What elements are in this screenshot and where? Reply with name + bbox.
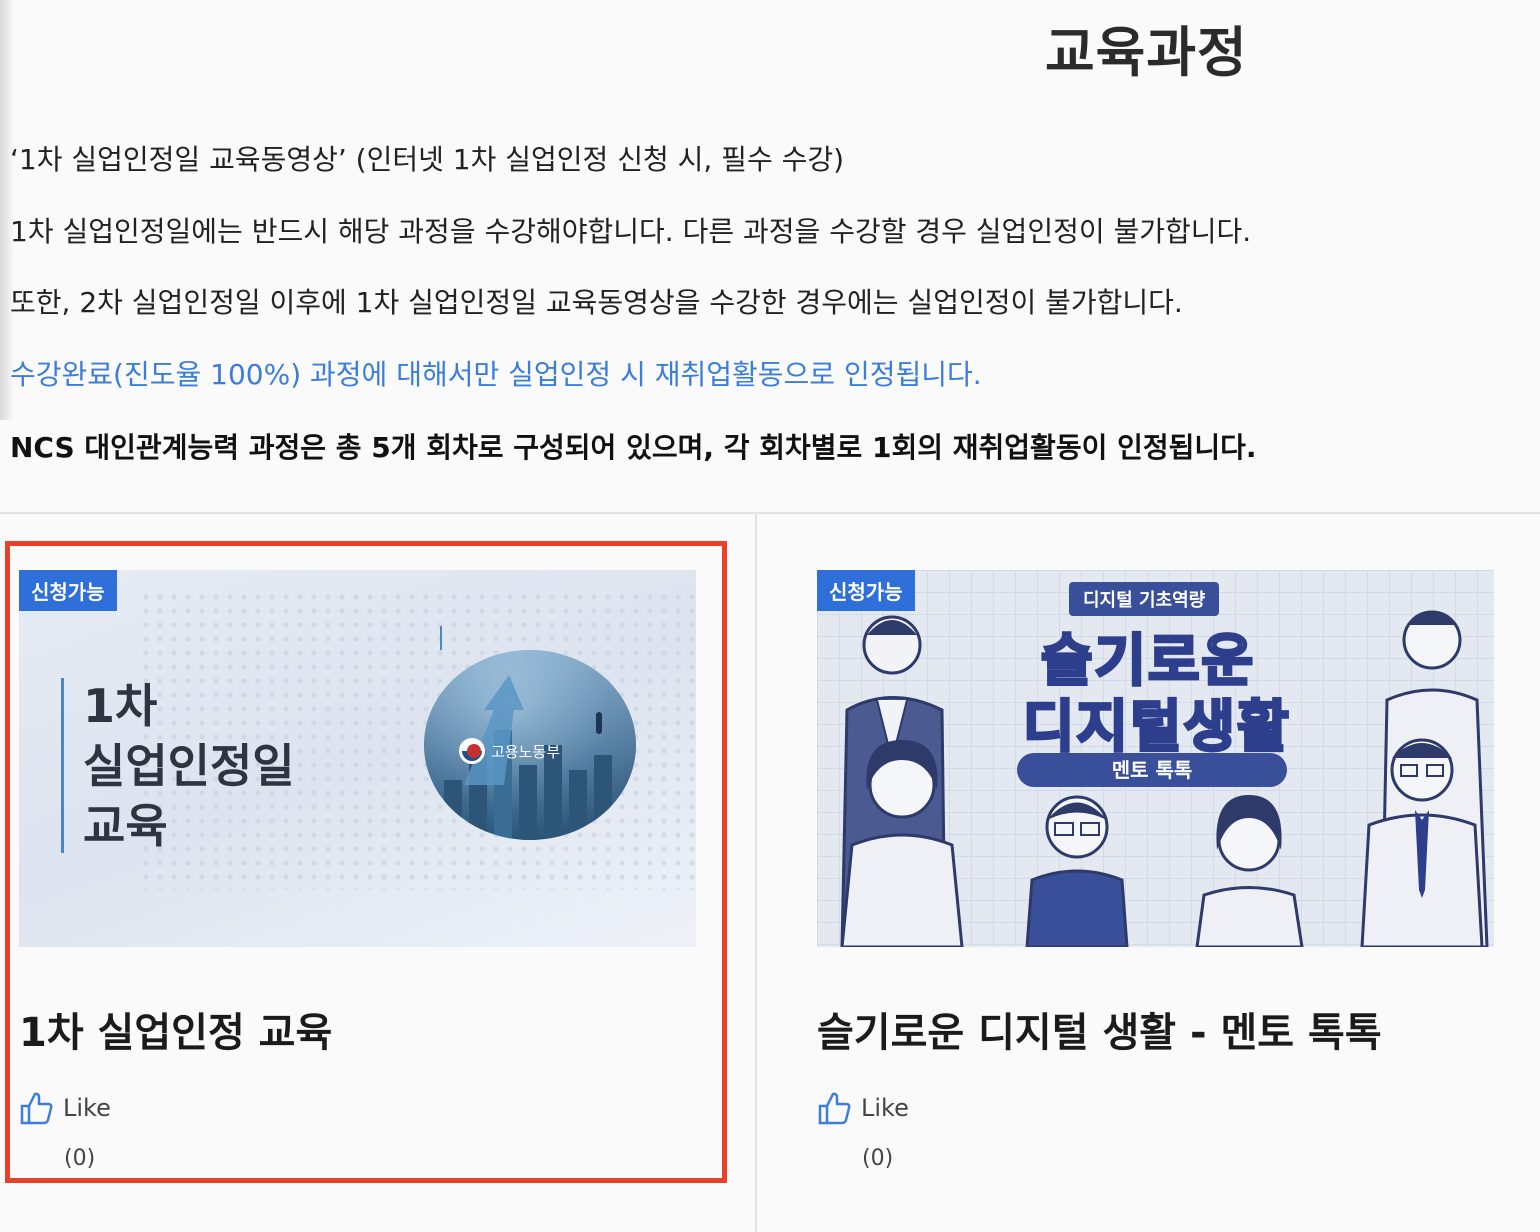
like-button[interactable]: Like	[19, 1090, 111, 1126]
page-title: 교육과정	[1045, 21, 1248, 84]
accent-line	[61, 678, 64, 853]
thumbnail-heading: 1차 실업인정일 교육	[83, 679, 295, 853]
accent-tick	[440, 626, 442, 650]
like-button[interactable]: Like	[817, 1090, 909, 1126]
card-column-divider	[755, 514, 757, 1232]
ministry-logo: 고용노동부	[459, 738, 560, 764]
notice-completion: 수강완료(진도율 100%) 과정에 대해서만 실업인정 시 재취업활동으로 인…	[10, 358, 982, 391]
thumbs-up-icon	[20, 1092, 53, 1125]
status-badge: 신청가능	[19, 570, 117, 611]
illustration-woman-center	[1195, 795, 1304, 947]
status-badge: 신청가능	[817, 570, 915, 611]
course-card-2[interactable]: 신청가능 디지털 기초역량 슬기로운 디지털생활 멘토 톡톡 슬기로운 디지털 …	[817, 570, 1494, 1190]
course-title[interactable]: 1차 실업인정 교육	[19, 1000, 332, 1058]
notice-ncs: NCS 대인관계능력 과정은 총 5개 회차로 구성되어 있으며, 각 회차별로…	[10, 431, 1257, 464]
like-count: (0)	[862, 1146, 894, 1171]
section-divider	[0, 512, 1540, 514]
notice-required-course: ‘1차 실업인정일 교육동영상’ (인터넷 1차 실업인정 신청 시, 필수 수…	[10, 143, 845, 176]
notice-must-take: 1차 실업인정일에는 반드시 해당 과정을 수강해야합니다. 다른 과정을 수강…	[10, 215, 1252, 248]
notice-second-date: 또한, 2차 실업인정일 이후에 1차 실업인정일 교육동영상을 수강한 경우에…	[10, 286, 1183, 319]
ministry-name: 고용노동부	[491, 742, 561, 761]
course-thumbnail[interactable]: 신청가능 1차 실업인정일 교육 고용노동부	[19, 570, 696, 947]
illustration-woman-left	[840, 740, 964, 947]
thumbs-up-icon	[818, 1092, 851, 1125]
like-label: Like	[861, 1094, 909, 1122]
like-label: Like	[63, 1094, 111, 1122]
illustration-man-glasses	[1360, 738, 1484, 947]
thumbnail-pill: 멘토 톡톡	[1017, 753, 1287, 787]
thumbnail-ribbon: 디지털 기초역량	[1069, 582, 1220, 616]
taegeuk-icon	[459, 738, 485, 764]
like-count: (0)	[64, 1146, 96, 1171]
thumbnail-heading-2: 디지털생활	[1022, 694, 1291, 762]
course-card-1[interactable]: 신청가능 1차 실업인정일 교육 고용노동부 1차 실업인정 교육 Like (…	[19, 570, 696, 1190]
course-thumbnail[interactable]: 신청가능 디지털 기초역량 슬기로운 디지털생활 멘토 톡톡	[817, 570, 1494, 947]
course-title[interactable]: 슬기로운 디지털 생활 - 멘토 톡톡	[817, 1000, 1382, 1058]
illustration-man-center	[1025, 795, 1129, 947]
